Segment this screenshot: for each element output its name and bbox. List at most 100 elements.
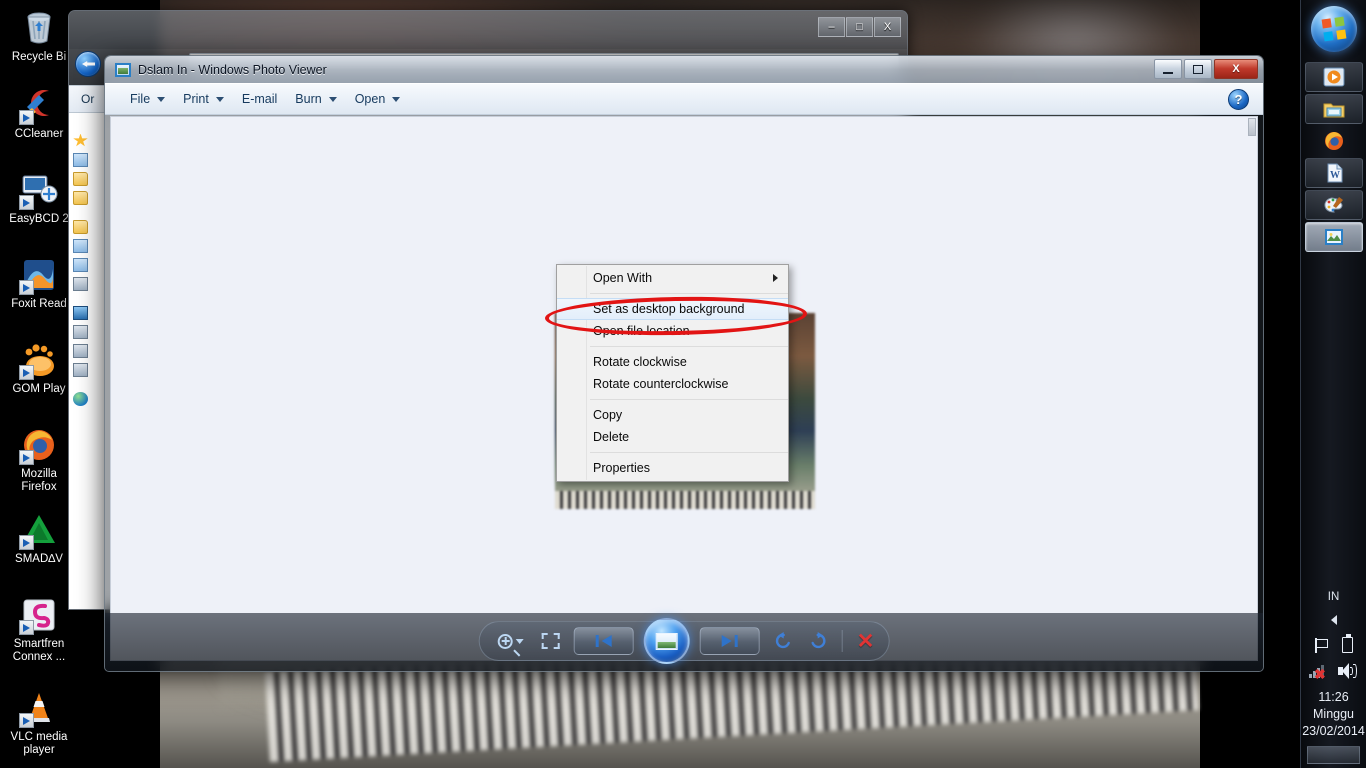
context-menu-item-properties[interactable]: Properties — [557, 457, 788, 479]
context-menu-separator — [590, 399, 788, 400]
foxit-reader-icon — [19, 255, 59, 295]
explorer-titlebar[interactable]: – □ X — [69, 11, 907, 49]
desktop-icon-ccleaner[interactable]: CCleaner — [0, 85, 78, 141]
folder-icon — [73, 219, 88, 234]
context-menu-item-rotate-counterclockwise[interactable]: Rotate counterclockwise — [557, 373, 788, 395]
menu-burn[interactable]: Burn — [286, 87, 345, 111]
shortcut-overlay-icon — [19, 280, 34, 295]
menu-file[interactable]: File — [121, 87, 174, 111]
taskbar-item-windows-media-player[interactable] — [1305, 62, 1363, 92]
explorer-minimize-button[interactable]: – — [818, 17, 845, 37]
menu-open[interactable]: Open — [346, 87, 410, 111]
tray-row-2: ✖ — [1301, 663, 1366, 681]
help-icon[interactable]: ? — [1228, 89, 1249, 110]
shortcut-overlay-icon — [19, 195, 34, 210]
menu-email[interactable]: E-mail — [233, 87, 286, 111]
context-menu-separator — [590, 346, 788, 347]
context-menu-separator — [590, 452, 788, 453]
close-button[interactable]: X — [1214, 59, 1258, 79]
back-arrow-icon[interactable] — [75, 51, 101, 77]
delete-button[interactable]: ✕ — [857, 627, 875, 655]
shortcut-overlay-icon — [19, 620, 34, 635]
rotate-counterclockwise-button[interactable] — [774, 627, 794, 655]
tray-row-1 — [1301, 634, 1366, 653]
folder-blue-icon — [73, 257, 88, 272]
next-image-button[interactable] — [699, 627, 760, 655]
action-center-flag-icon[interactable] — [1314, 637, 1330, 653]
taskbar-item-windows-explorer[interactable] — [1305, 94, 1363, 124]
context-menu-item-rotate-clockwise[interactable]: Rotate clockwise — [557, 351, 788, 373]
menu-label: E-mail — [241, 92, 278, 106]
disk-icon — [73, 324, 88, 339]
clock-day[interactable]: Minggu — [1301, 706, 1366, 723]
volume-icon[interactable] — [1338, 663, 1358, 679]
desktop-icon-mozilla-firefox[interactable]: Mozilla Firefox — [0, 425, 78, 494]
explorer-folder-icon — [1323, 99, 1345, 119]
clock-date[interactable]: 23/02/2014 — [1301, 723, 1366, 740]
desktop-icon-label: GOM Play — [12, 383, 66, 395]
folder-icon — [73, 152, 88, 167]
network-icon[interactable]: ✖ — [1309, 664, 1326, 681]
media-player-icon — [1323, 67, 1345, 87]
taskbar-item-mozilla-firefox[interactable] — [1305, 126, 1363, 156]
desktop-icon-recycle-bin[interactable]: Recycle Bi — [0, 8, 78, 64]
word-icon: W — [1323, 163, 1345, 183]
taskbar-item-microsoft-word[interactable]: W — [1305, 158, 1363, 188]
show-desktop-button[interactable] — [1307, 746, 1360, 764]
explorer-close-button[interactable]: X — [874, 17, 901, 37]
desktop-icon-label: Smartfren Connex ... — [12, 638, 66, 663]
chevron-down-icon — [328, 96, 337, 102]
zoom-button[interactable] — [494, 627, 528, 657]
viewer-titlebar[interactable]: Dslam In - Windows Photo Viewer X — [105, 56, 1263, 83]
svg-text:W: W — [1330, 170, 1340, 181]
taskbar-item-paint[interactable] — [1305, 190, 1363, 220]
context-menu-item-copy[interactable]: Copy — [557, 404, 788, 426]
context-menu-item-open-file-location[interactable]: Open file location — [557, 320, 788, 342]
rotate-ccw-icon — [774, 631, 794, 651]
disk-icon — [73, 276, 88, 291]
shortcut-overlay-icon — [19, 365, 34, 380]
context-menu-separator — [590, 293, 788, 294]
desktop-icon-smartfren-connex[interactable]: Smartfren Connex ... — [0, 595, 78, 664]
previous-image-button[interactable] — [573, 627, 634, 655]
minimize-button[interactable] — [1154, 59, 1182, 79]
desktop-icon-vlc-media-player[interactable]: VLC media player — [0, 688, 78, 757]
shortcut-overlay-icon — [19, 450, 34, 465]
language-indicator[interactable]: IN — [1301, 591, 1366, 603]
context-menu-item-open-with[interactable]: Open With — [557, 267, 788, 289]
desktop-icon-easybcd[interactable]: EasyBCD 2 — [0, 170, 78, 226]
viewer-toolbar: ✕ — [478, 618, 890, 664]
skip-forward-icon — [721, 634, 739, 648]
firefox-icon — [1323, 131, 1345, 151]
canvas-scrollbar[interactable] — [1248, 118, 1256, 136]
organize-button[interactable]: Or — [81, 92, 94, 106]
explorer-maximize-button[interactable]: □ — [846, 17, 873, 37]
taskbar-item-windows-photo-viewer[interactable] — [1305, 222, 1363, 252]
chevron-down-icon — [215, 96, 224, 102]
play-slideshow-button[interactable] — [643, 618, 690, 664]
start-button[interactable] — [1310, 6, 1357, 52]
desktop-screen: Recycle Bi CCleaner EasyBCD 2 Foxit Read… — [0, 0, 1366, 768]
ccleaner-icon — [19, 85, 59, 125]
network-globe-icon — [73, 391, 88, 406]
show-hidden-icons-arrow-icon[interactable] — [1330, 615, 1337, 625]
context-menu-item-set-as-desktop-background[interactable]: Set as desktop background — [557, 298, 788, 320]
maximize-button[interactable] — [1184, 59, 1212, 79]
fit-to-window-button[interactable] — [541, 627, 560, 655]
fit-to-window-icon — [541, 633, 560, 649]
rotate-cw-icon — [808, 631, 828, 651]
vlc-media-player-icon — [19, 688, 59, 728]
desktop-icon-smadav[interactable]: SMAD∆V — [0, 510, 78, 566]
disk-icon — [73, 362, 88, 377]
desktop-icon-gom-player[interactable]: GOM Play — [0, 340, 78, 396]
explorer-window-controls: – □ X — [818, 17, 901, 37]
battery-icon[interactable] — [1341, 634, 1353, 653]
desktop-icon-label: CCleaner — [14, 128, 64, 140]
context-menu-item-delete[interactable]: Delete — [557, 426, 788, 448]
clock-time[interactable]: 11:26 — [1301, 689, 1366, 706]
desktop-icon-foxit-reader[interactable]: Foxit Read — [0, 255, 78, 311]
rotate-clockwise-button[interactable] — [808, 627, 828, 655]
menu-print[interactable]: Print — [174, 87, 233, 111]
viewer-window-controls: X — [1154, 59, 1258, 79]
image-context-menu[interactable]: Open With Set as desktop background Open… — [556, 264, 789, 482]
